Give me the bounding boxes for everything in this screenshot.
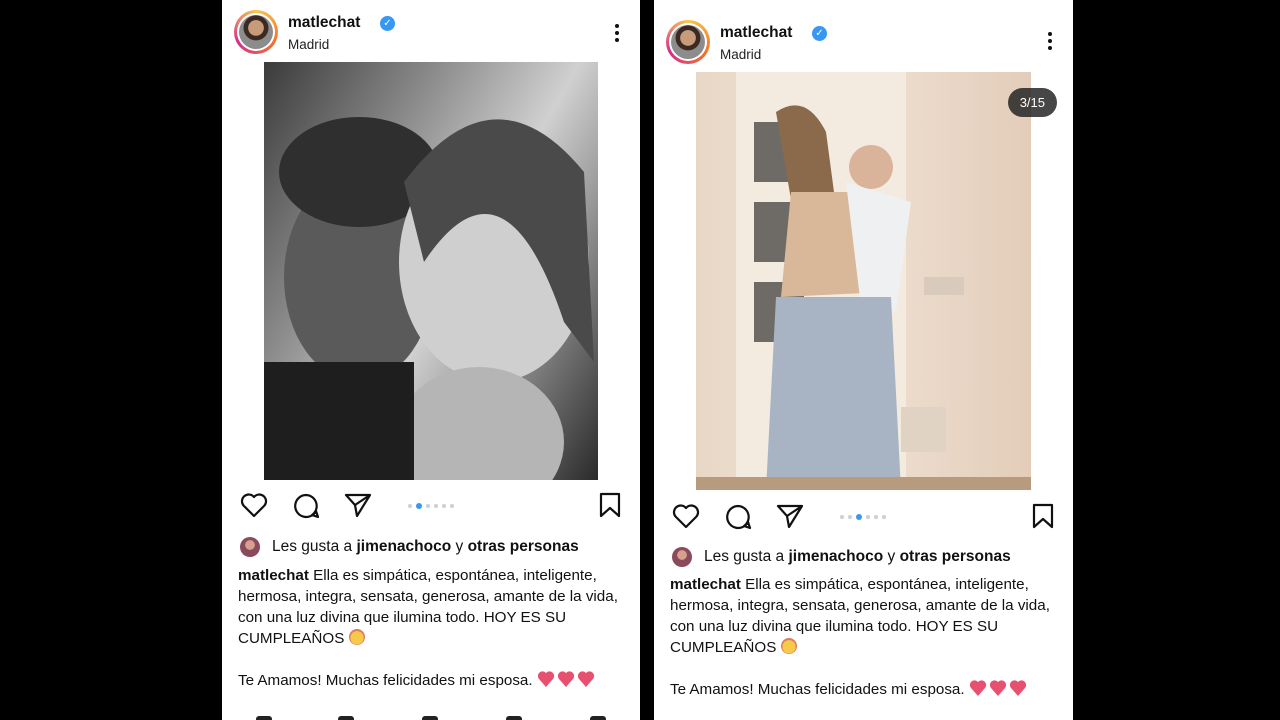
- carousel-dot: [434, 504, 438, 508]
- likes-text: Les gusta a jimenachoco y otras personas: [704, 548, 1011, 565]
- caption: matlechat Ella es simpática, espontánea,…: [670, 574, 1057, 703]
- location[interactable]: Madrid: [720, 47, 761, 62]
- hearts-emoji-icon: [969, 679, 1027, 703]
- verified-badge-icon: ✓: [812, 26, 827, 41]
- post-panel-left: matlechat ✓ Madrid Les gusta a jimenacho…: [222, 0, 640, 720]
- caption: matlechat Ella es simpática, espontánea,…: [238, 565, 624, 694]
- search-icon[interactable]: [338, 716, 354, 720]
- photo-content: [264, 117, 594, 480]
- share-icon[interactable]: [776, 503, 804, 529]
- carousel-indicator: [408, 503, 454, 509]
- post-header: matlechat ✓ Madrid: [234, 10, 640, 70]
- avatar[interactable]: [234, 10, 278, 54]
- comment-icon[interactable]: [292, 492, 320, 520]
- caption-username[interactable]: matlechat: [238, 567, 309, 584]
- post-actions: [240, 492, 622, 522]
- heart-icon[interactable]: [240, 492, 268, 518]
- comment-icon[interactable]: [724, 503, 752, 531]
- shop-icon[interactable]: [506, 716, 522, 720]
- hearts-emoji-icon: [537, 670, 595, 694]
- likes-others[interactable]: otras personas: [468, 538, 579, 555]
- party-face-emoji-icon: [348, 629, 365, 645]
- bottom-nav-bar: [222, 714, 640, 720]
- post-photo[interactable]: [264, 62, 598, 480]
- carousel-dot: [848, 515, 852, 519]
- heart-icon[interactable]: [672, 503, 700, 529]
- carousel-dot: [866, 515, 870, 519]
- carousel-dot: [442, 504, 446, 508]
- location[interactable]: Madrid: [288, 37, 329, 52]
- carousel-indicator: [840, 514, 886, 520]
- carousel-dot: [874, 515, 878, 519]
- bookmark-icon[interactable]: [598, 492, 622, 518]
- share-icon[interactable]: [344, 492, 372, 518]
- carousel-dot-active: [416, 503, 422, 509]
- post-actions: [672, 503, 1055, 533]
- home-icon[interactable]: [256, 716, 272, 720]
- post-photo[interactable]: [696, 72, 1031, 490]
- likes-others[interactable]: otras personas: [900, 548, 1011, 565]
- likes-text: Les gusta a jimenachoco y otras personas: [272, 538, 579, 555]
- carousel-dot: [408, 504, 412, 508]
- carousel-dot: [450, 504, 454, 508]
- caption-line2: Te Amamos! Muchas felicidades mi esposa.: [238, 672, 533, 689]
- username[interactable]: matlechat: [720, 24, 792, 42]
- caption-line2: Te Amamos! Muchas felicidades mi esposa.: [670, 681, 965, 698]
- avatar[interactable]: [666, 20, 710, 64]
- more-options-icon[interactable]: [614, 24, 620, 44]
- post-panel-right: matlechat ✓ Madrid 3/15 Les gusta a jime…: [654, 0, 1073, 720]
- carousel-dot-active: [856, 514, 862, 520]
- reels-icon[interactable]: [422, 716, 438, 720]
- photo-content: [696, 72, 1031, 490]
- post-header: matlechat ✓ Madrid: [666, 20, 1073, 80]
- more-options-icon[interactable]: [1047, 32, 1053, 52]
- username[interactable]: matlechat: [288, 14, 360, 32]
- caption-username[interactable]: matlechat: [670, 576, 741, 593]
- liker-username[interactable]: jimenachoco: [356, 538, 451, 555]
- liker-username[interactable]: jimenachoco: [788, 548, 883, 565]
- carousel-dot: [882, 515, 886, 519]
- carousel-dot: [426, 504, 430, 508]
- photo-counter: 3/15: [1007, 88, 1057, 117]
- carousel-dot: [840, 515, 844, 519]
- liker-avatar: [240, 537, 260, 557]
- bookmark-icon[interactable]: [1031, 503, 1055, 529]
- liker-avatar: [672, 547, 692, 567]
- party-face-emoji-icon: [780, 638, 797, 654]
- verified-badge-icon: ✓: [380, 16, 395, 31]
- profile-icon[interactable]: [590, 716, 606, 720]
